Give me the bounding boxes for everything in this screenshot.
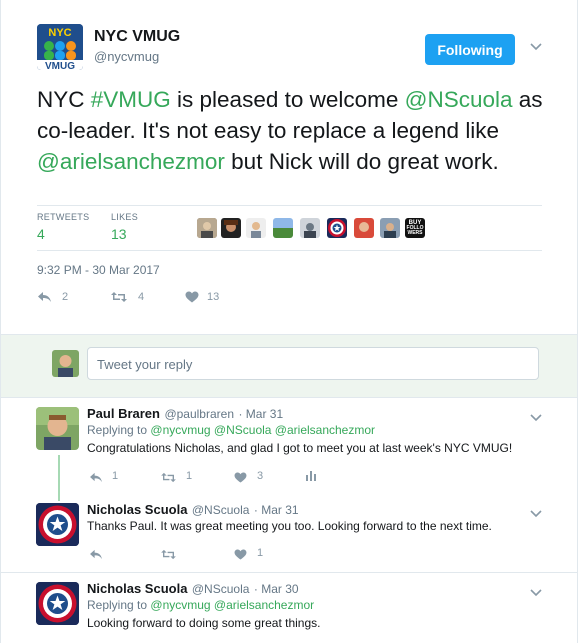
tweet-text-segment: NYC (37, 87, 91, 112)
retweet-icon[interactable] (160, 547, 177, 565)
reply-author-name[interactable]: Nicholas Scuola (87, 581, 187, 596)
current-user-avatar (52, 350, 79, 377)
reply-text: Thanks Paul. It was great meeting you to… (87, 519, 492, 533)
replying-to-mentions[interactable]: @nycvmug @arielsanchezmor (150, 598, 314, 612)
chevron-down-icon[interactable] (530, 584, 542, 602)
reply-count: 1 (112, 470, 119, 482)
retweets-label: RETWEETS (37, 212, 90, 222)
liker-avatar[interactable] (327, 218, 347, 238)
like-count: 1 (257, 547, 264, 559)
replying-to-label: Replying to (87, 598, 148, 612)
reply-count: 2 (62, 291, 69, 303)
reply-header: Nicholas Scuola @NScuola · Mar 30 (87, 580, 299, 598)
like-count: 3 (257, 470, 264, 482)
hashtag-link[interactable]: #VMUG (91, 87, 171, 112)
author-handle[interactable]: @nycvmug (94, 49, 159, 64)
reply-author-name[interactable]: Nicholas Scuola (87, 502, 187, 517)
nicholas-scuola-avatar[interactable] (36, 582, 79, 625)
author-name[interactable]: NYC VMUG (94, 28, 180, 46)
analytics-icon[interactable] (305, 468, 317, 486)
badge-text: WERS (407, 230, 423, 236)
reply-input[interactable]: Tweet your reply (87, 347, 539, 380)
liker-avatar[interactable] (197, 218, 217, 238)
heart-icon[interactable] (234, 470, 247, 488)
paul-braren-avatar[interactable] (36, 407, 79, 450)
like-count: 13 (207, 291, 220, 303)
mention-link[interactable]: @arielsanchezmor (37, 149, 225, 174)
divider (37, 205, 542, 206)
reply-author-handle[interactable]: @NScuola (192, 503, 250, 517)
mention-link[interactable]: @NScuola (405, 87, 513, 112)
following-button[interactable]: Following (425, 34, 515, 65)
replying-to: Replying to @nycvmug @NScuola @arielsanc… (87, 423, 375, 437)
liker-avatar[interactable] (221, 218, 241, 238)
reply-author-handle[interactable]: @paulbraren (164, 407, 234, 421)
retweet-icon[interactable] (110, 290, 128, 308)
likes-label: LIKES (111, 212, 139, 222)
liker-avatar[interactable] (246, 218, 266, 238)
chevron-down-icon[interactable] (530, 409, 542, 427)
svg-text:NYC: NYC (48, 27, 71, 39)
retweets-count[interactable]: 4 (37, 226, 45, 242)
reply-icon[interactable] (89, 470, 103, 488)
retweet-count: 4 (138, 291, 145, 303)
heart-icon[interactable] (185, 290, 199, 308)
thread-connector (58, 455, 60, 501)
reply-author-name[interactable]: Paul Braren (87, 406, 160, 421)
liker-avatar[interactable] (300, 218, 320, 238)
tweet-text-segment: is pleased to welcome (170, 87, 405, 112)
reply-date[interactable]: · Mar 31 (238, 407, 283, 421)
tweet-text-segment: but Nick will do great work. (224, 149, 499, 174)
liker-avatar[interactable] (273, 218, 293, 238)
divider (37, 250, 542, 251)
reply-date[interactable]: · Mar 30 (254, 582, 299, 596)
replying-to-mentions[interactable]: @nycvmug @NScuola @arielsanchezmor (150, 423, 375, 437)
tweet-timestamp[interactable]: 9:32 PM - 30 Mar 2017 (37, 263, 160, 277)
reply-author-handle[interactable]: @NScuola (192, 582, 250, 596)
reply-text: Looking forward to doing some great thin… (87, 616, 321, 630)
reply-icon[interactable] (37, 290, 52, 308)
tweet-text: NYC #VMUG is pleased to welcome @NScuola… (37, 84, 547, 177)
retweet-icon[interactable] (160, 470, 177, 488)
reply-header: Nicholas Scuola @NScuola · Mar 31 (87, 501, 299, 519)
divider (1, 572, 577, 573)
reply-date[interactable]: · Mar 31 (254, 503, 299, 517)
likes-count[interactable]: 13 (111, 226, 127, 242)
heart-icon[interactable] (234, 547, 247, 565)
replying-to-label: Replying to (87, 423, 148, 437)
retweet-count: 1 (186, 470, 193, 482)
chevron-down-icon[interactable] (530, 505, 542, 523)
liker-avatar[interactable] (354, 218, 374, 238)
reply-text: Congratulations Nicholas, and glad I got… (87, 441, 513, 455)
nycvmug-avatar[interactable]: NYC VMUG (37, 24, 83, 70)
chevron-down-icon[interactable] (530, 40, 542, 54)
reply-header: Paul Braren @paulbraren · Mar 31 (87, 405, 283, 423)
nicholas-scuola-avatar[interactable] (36, 503, 79, 546)
replying-to: Replying to @nycvmug @arielsanchezmor (87, 598, 314, 612)
svg-text:VMUG: VMUG (45, 61, 75, 70)
reply-icon[interactable] (89, 547, 103, 565)
liker-avatar[interactable] (380, 218, 400, 238)
buy-followers-avatar[interactable]: BUY FOLLO WERS (405, 218, 425, 238)
